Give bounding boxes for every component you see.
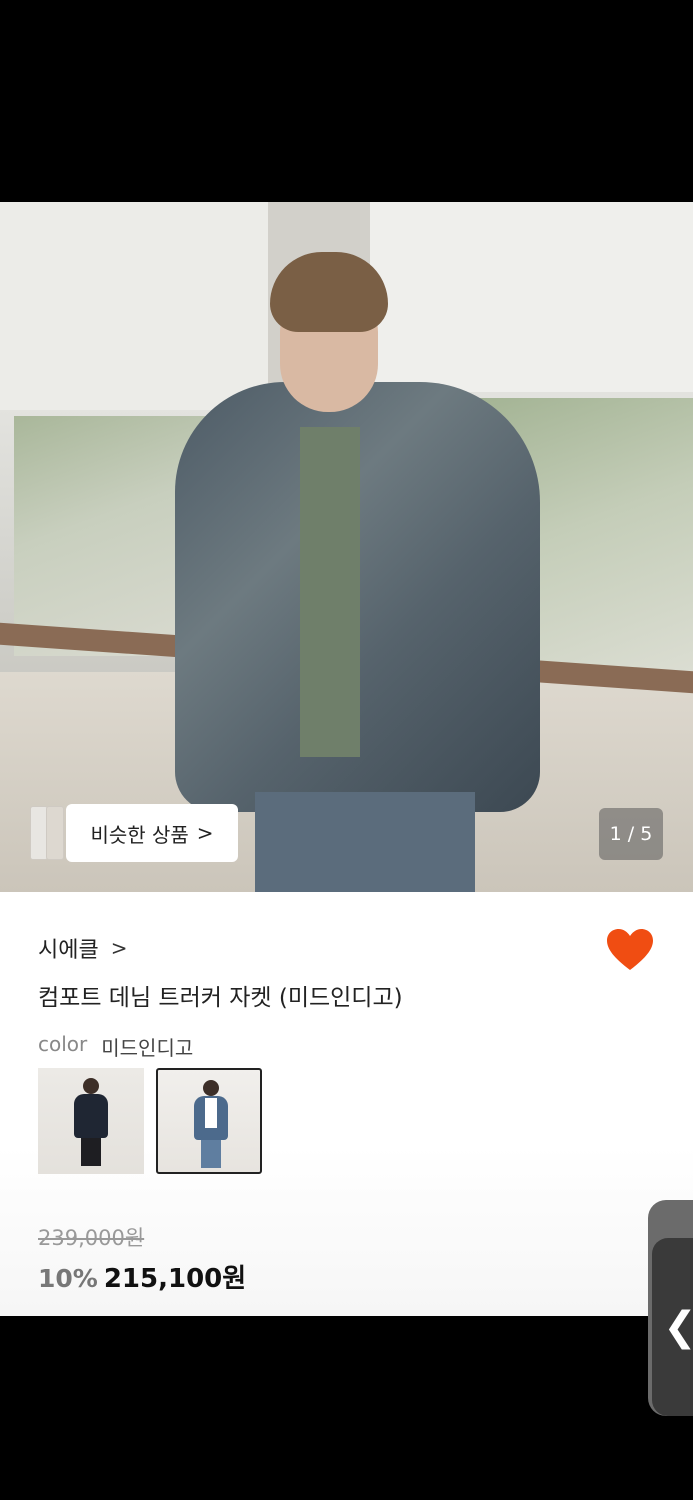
similar-products-box[interactable]: 비슷한 상품 > [66, 804, 238, 862]
discount-rate: 10% [38, 1264, 98, 1293]
heart-icon[interactable] [606, 928, 654, 972]
similar-products-label: 비슷한 상품 [90, 822, 189, 847]
model-hair [270, 252, 388, 332]
status-area [0, 0, 693, 202]
product-info-panel: 시에클 > 컴포트 데님 트러커 자켓 (미드인디고) color 미드인디고 … [0, 892, 693, 1316]
color-selector: color 미드인디고 [38, 1032, 193, 1061]
product-image-carousel[interactable]: 비슷한 상품 > 1 / 5 [0, 202, 693, 892]
swatch-model [194, 1080, 228, 1168]
product-title: 컴포트 데님 트러커 자켓 (미드인디고) [38, 985, 403, 1011]
bottom-area [0, 1316, 693, 1500]
similar-products-button[interactable]: 비슷한 상품 > [30, 804, 238, 862]
image-counter: 1 / 5 [599, 808, 663, 860]
brand-name: 시에클 [38, 938, 99, 963]
sale-price: 215,100원 [103, 1264, 247, 1294]
color-label: color [38, 1032, 88, 1056]
color-swatch-dark-navy[interactable] [38, 1068, 144, 1174]
denim-pants [255, 792, 475, 892]
price-row: 10% 215,100원 [38, 1258, 246, 1295]
chevron-left-icon[interactable]: ❮ [652, 1238, 693, 1416]
brand-link[interactable]: 시에클 > [38, 932, 128, 964]
model-photo [170, 252, 550, 892]
color-value: 미드인디고 [101, 1036, 194, 1060]
chevron-right-icon: > [196, 821, 214, 845]
knit-sweater [300, 427, 360, 757]
swatch-model [74, 1078, 108, 1166]
original-price: 239,000원 [38, 1226, 145, 1250]
similar-thumbnails [30, 804, 70, 862]
color-swatch-mid-indigo[interactable] [156, 1068, 262, 1174]
chevron-right-icon: > [110, 936, 128, 960]
